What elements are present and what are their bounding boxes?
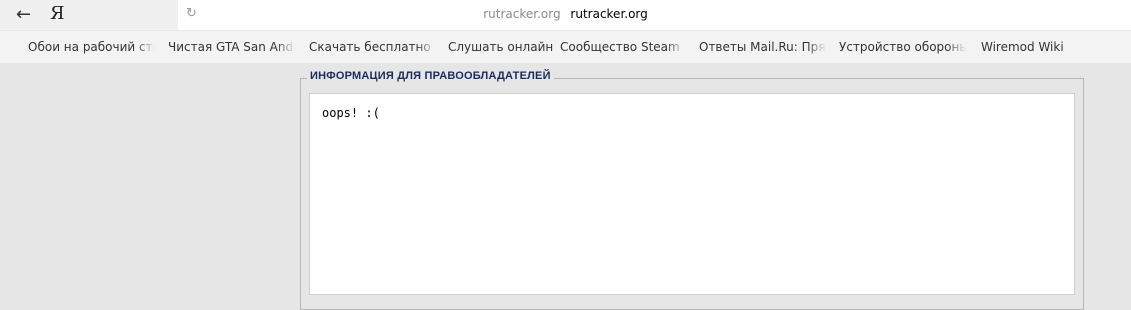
bookmark-item[interactable]: Скачать бесплатно игры (309, 40, 436, 54)
error-message: oops! :( (322, 106, 380, 120)
url-title: rutracker.org (570, 7, 648, 21)
info-box: oops! :( (309, 93, 1075, 295)
fieldset-legend: ИНФОРМАЦИЯ ДЛЯ ПРАВООБЛАДАТЕЛЕЙ (307, 70, 554, 82)
bookmark-item[interactable]: Слушать онлайн (448, 40, 553, 54)
bookmark-item[interactable]: Чистая GTA San Andreas (168, 40, 295, 54)
browser-topbar: ← Я ↻ rutracker.org rutracker.org (0, 0, 1131, 31)
bookmark-item[interactable]: Устройство обороны (839, 40, 966, 54)
bookmark-item[interactable]: Ответы Mail.Ru: Прямой (699, 40, 826, 54)
page-content: ИНФОРМАЦИЯ ДЛЯ ПРАВООБЛАДАТЕЛЕЙ oops! :( (9, 63, 1131, 310)
bookmark-item[interactable]: Сообщество Steam :: (560, 40, 685, 54)
bookmarks-bar: Обои на рабочий стол Чистая GTA San Andr… (0, 31, 1131, 63)
bookmark-item[interactable]: Обои на рабочий стол (28, 40, 155, 54)
bookmark-item[interactable]: Wiremod Wiki (981, 40, 1064, 54)
info-fieldset: ИНФОРМАЦИЯ ДЛЯ ПРАВООБЛАДАТЕЛЕЙ oops! :( (300, 70, 1084, 310)
address-bar[interactable]: rutracker.org rutracker.org (0, 7, 1131, 21)
url-host: rutracker.org (483, 7, 561, 21)
